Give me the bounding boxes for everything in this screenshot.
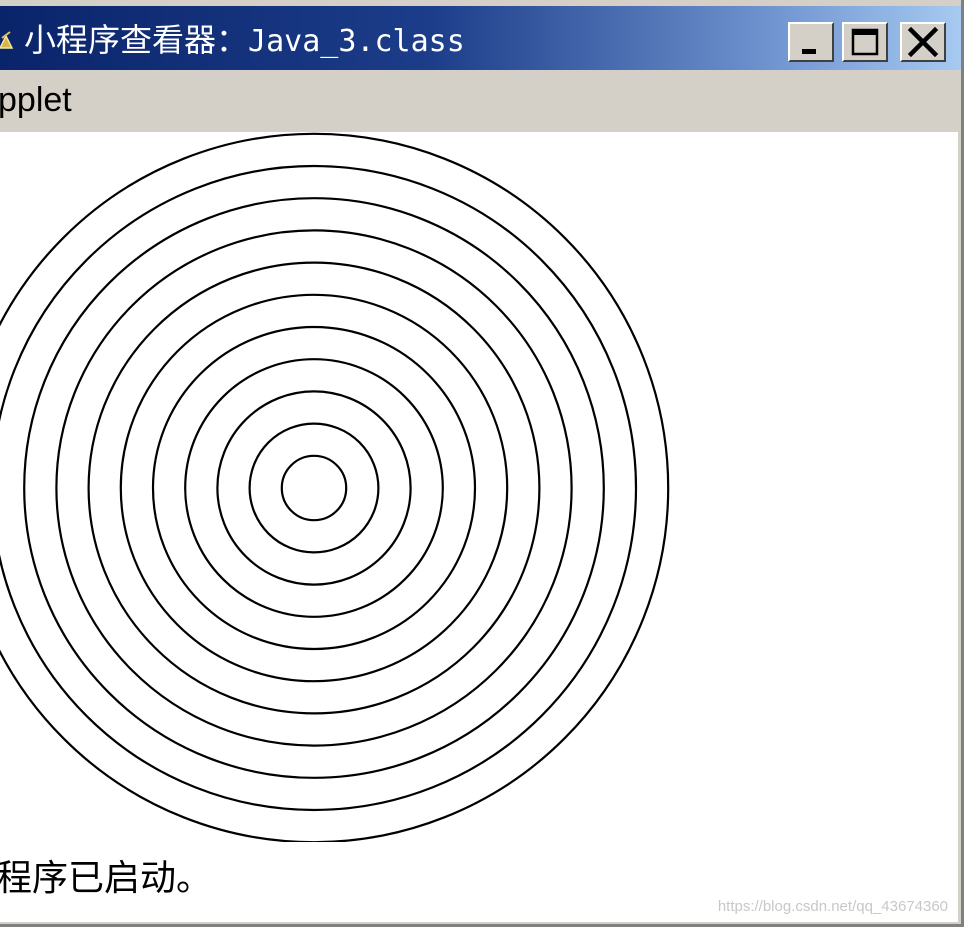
minimize-icon [802, 49, 816, 54]
maximize-button[interactable] [842, 22, 888, 62]
circle-ring-2 [248, 422, 380, 554]
circle-ring-8 [55, 229, 573, 747]
window-title-file: Java_3.class [248, 24, 465, 59]
menu-applet[interactable]: pplet [0, 78, 72, 122]
circle-ring-6 [119, 293, 509, 683]
circle-ring-7 [87, 261, 541, 715]
maximize-icon [851, 28, 879, 56]
circle-ring-9 [23, 197, 605, 779]
concentric-circles-drawing [0, 132, 670, 844]
minimize-button[interactable] [788, 22, 834, 62]
window-title: 小程序查看器：Java_3.class [24, 20, 465, 62]
circle-ring-3 [216, 390, 412, 586]
circle-ring-11 [0, 132, 670, 844]
applet-canvas [0, 132, 958, 844]
status-bar: 程序已启动。 https://blog.csdn.net/qq_43674360 [0, 842, 958, 922]
watermark-text: https://blog.csdn.net/qq_43674360 [717, 898, 948, 915]
applet-icon [0, 31, 14, 49]
status-text: 程序已启动。 [0, 858, 213, 899]
circle-ring-1 [280, 454, 348, 522]
close-button[interactable] [900, 22, 946, 62]
close-icon [907, 26, 939, 58]
window-title-label: 小程序查看器： [24, 21, 249, 59]
title-bar[interactable]: 小程序查看器：Java_3.class [0, 6, 961, 70]
menu-bar: pplet [0, 70, 961, 132]
circle-ring-5 [151, 325, 477, 651]
circle-ring-4 [184, 358, 444, 618]
applet-viewer-window: 小程序查看器：Java_3.class pplet 程序已启动。 https:/… [0, 0, 964, 927]
